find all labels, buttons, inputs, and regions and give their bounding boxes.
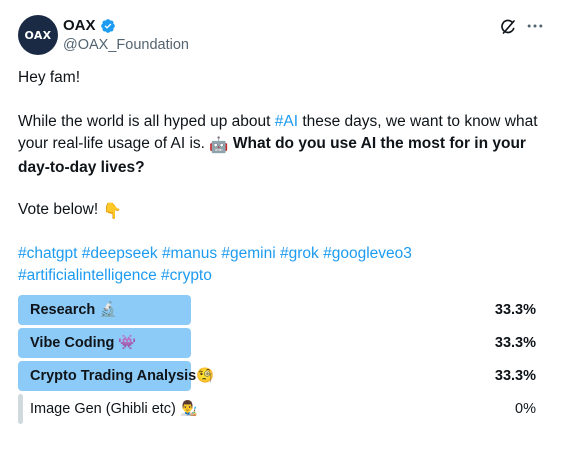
intro-text-a: While the world is all hyped up about xyxy=(18,113,275,130)
more-options-icon[interactable] xyxy=(525,16,545,36)
poll-option-label: Image Gen (Ghibli etc) 👨‍🎨 xyxy=(30,401,198,417)
display-name[interactable]: OAX xyxy=(63,17,96,34)
hashtag-link[interactable]: #googleveo3 xyxy=(323,245,412,262)
poll-option[interactable]: Crypto Trading Analysis🧐 33.3% xyxy=(18,361,538,391)
tweet-intro-paragraph: While the world is all hyped up about #A… xyxy=(18,111,545,179)
pointing-down-emoji-icon: 👇 xyxy=(102,203,122,220)
hashtag-list: #chatgpt #deepseek #manus #gemini #grok … xyxy=(18,243,545,287)
hashtag-link[interactable]: #crypto xyxy=(161,267,212,284)
poll-option-percent: 33.3% xyxy=(494,302,536,318)
hashtag-link[interactable]: #artificialintelligence xyxy=(18,267,157,284)
vote-prompt: Vote below! 👇 xyxy=(18,199,545,223)
poll-option-label: Research 🔬 xyxy=(30,302,118,318)
poll-option[interactable]: Image Gen (Ghibli etc) 👨‍🎨 0% xyxy=(18,394,538,424)
hashtag-link[interactable]: #chatgpt xyxy=(18,245,77,262)
hashtag-link[interactable]: #deepseek xyxy=(82,245,158,262)
robot-emoji-icon: 🤖 xyxy=(209,137,229,154)
author-name-row: OAX xyxy=(63,17,116,34)
hashtag-link[interactable]: #gemini xyxy=(221,245,275,262)
verified-badge-icon xyxy=(100,18,116,34)
tweet-header: OAX OAX @OAX_Foundation xyxy=(18,15,545,55)
tweet: OAX OAX @OAX_Foundation Hey fam! While t… xyxy=(0,0,563,457)
poll-option[interactable]: Vibe Coding 👾 33.3% xyxy=(18,328,538,358)
poll-option-percent: 33.3% xyxy=(494,368,536,384)
poll-option-label: Vibe Coding 👾 xyxy=(30,335,137,351)
hashtag-link[interactable]: #manus xyxy=(162,245,217,262)
poll-option-bar xyxy=(18,394,23,424)
hashtag-link[interactable]: #grok xyxy=(280,245,319,262)
avatar[interactable]: OAX xyxy=(18,15,58,55)
tweet-greeting: Hey fam! xyxy=(18,69,81,86)
poll-option-percent: 33.3% xyxy=(494,335,536,351)
poll-option-label: Crypto Trading Analysis🧐 xyxy=(30,368,215,384)
grok-icon[interactable] xyxy=(499,18,517,36)
hashtag-ai-link[interactable]: #AI xyxy=(275,113,298,130)
author-handle[interactable]: @OAX_Foundation xyxy=(63,37,189,53)
vote-text: Vote below! xyxy=(18,201,103,218)
poll-option-percent: 0% xyxy=(515,401,536,417)
poll: Research 🔬 33.3% Vibe Coding 👾 33.3% Cry… xyxy=(18,295,538,427)
avatar-text: OAX xyxy=(24,28,52,42)
poll-option[interactable]: Research 🔬 33.3% xyxy=(18,295,538,325)
